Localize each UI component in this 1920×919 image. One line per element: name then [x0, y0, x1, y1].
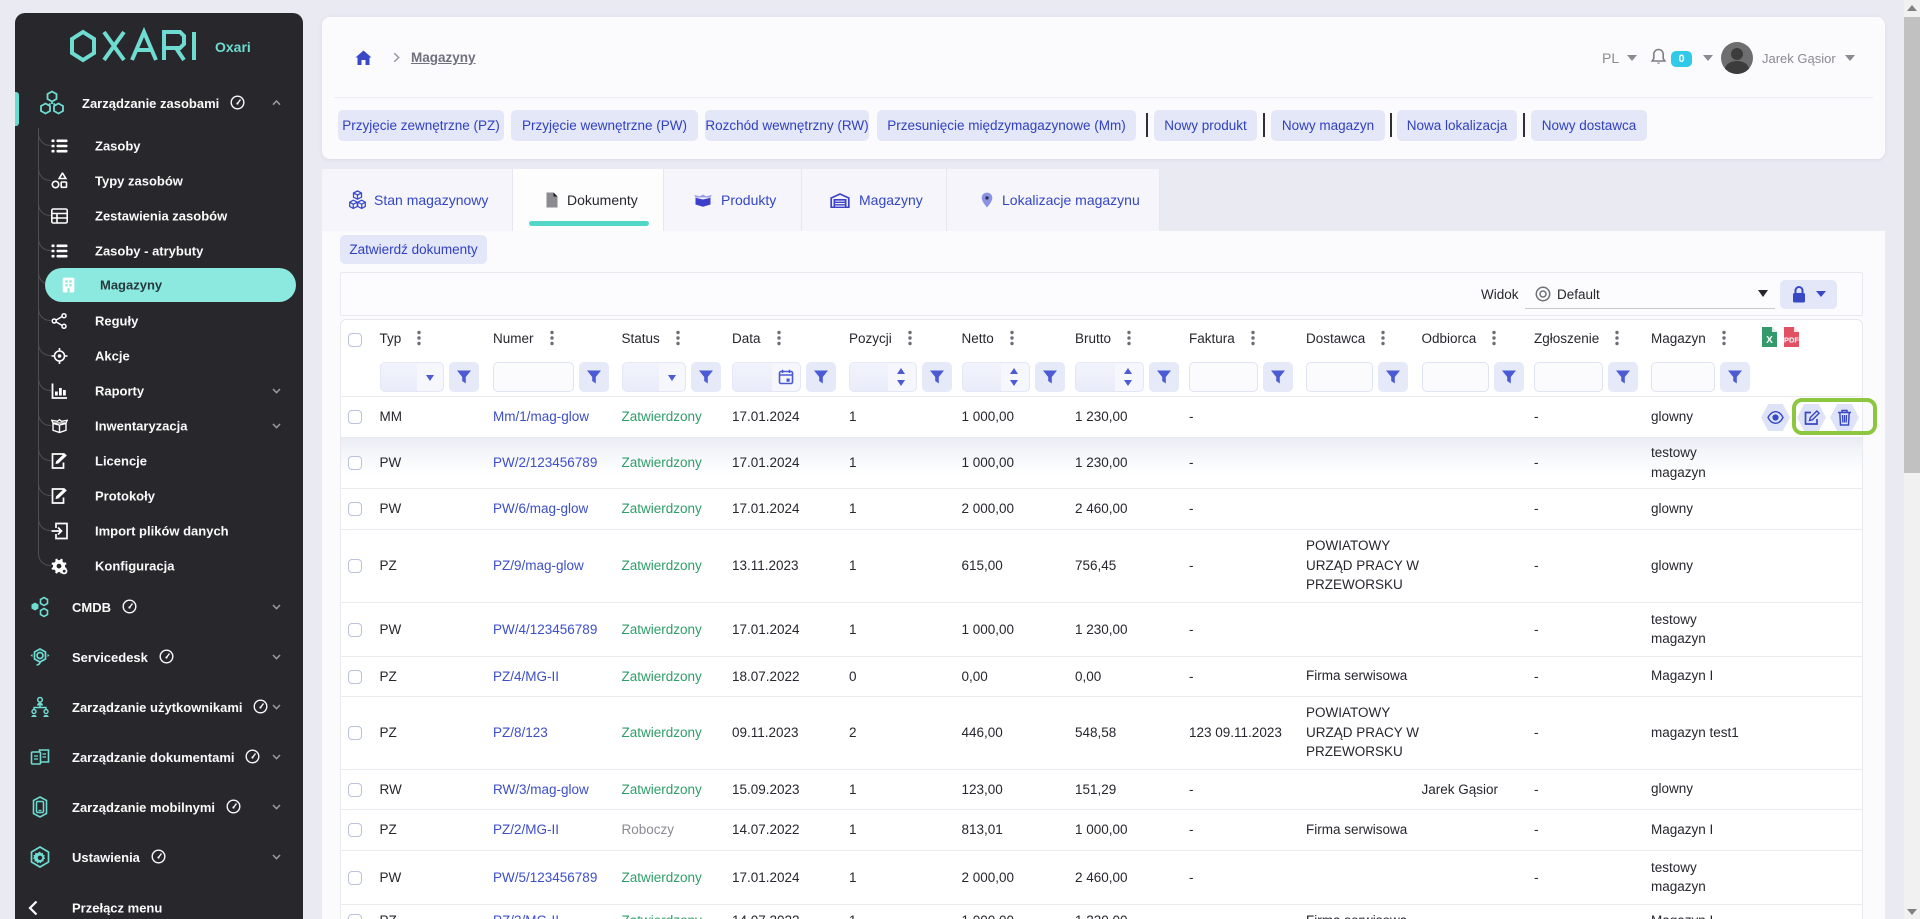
svg-text:X: X	[1766, 335, 1773, 346]
svg-text:Oxari: Oxari	[215, 39, 251, 55]
svg-text:PDF: PDF	[1784, 336, 1799, 345]
